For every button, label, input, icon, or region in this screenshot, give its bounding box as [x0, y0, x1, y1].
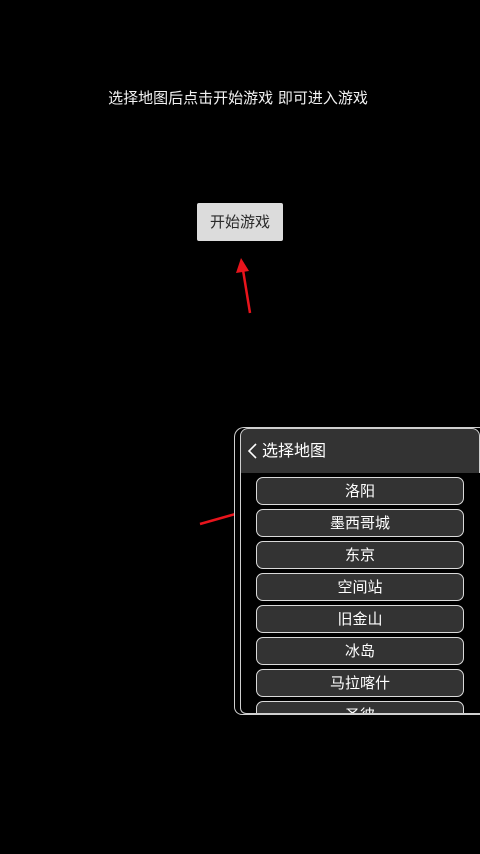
map-item-marrakech[interactable]: 马拉喀什 [256, 669, 464, 697]
map-item-iceland[interactable]: 冰岛 [256, 637, 464, 665]
map-item-luoyang[interactable]: 洛阳 [256, 477, 464, 505]
map-list: 洛阳 墨西哥城 东京 空间站 旧金山 冰岛 马拉喀什 圣彼 [256, 477, 464, 713]
map-item-tokyo[interactable]: 东京 [256, 541, 464, 569]
start-game-button[interactable]: 开始游戏 [197, 203, 283, 241]
arrow-to-start-button [236, 258, 252, 314]
back-chevron-icon[interactable] [246, 442, 260, 460]
map-item-saint-partial[interactable]: 圣彼 [256, 701, 464, 713]
map-list-container[interactable]: 洛阳 墨西哥城 东京 空间站 旧金山 冰岛 马拉喀什 圣彼 [240, 473, 480, 714]
map-item-space-station[interactable]: 空间站 [256, 573, 464, 601]
map-panel-title: 选择地图 [262, 441, 327, 460]
map-item-mexico-city[interactable]: 墨西哥城 [256, 509, 464, 537]
instruction-text: 选择地图后点击开始游戏 即可进入游戏 [108, 89, 368, 107]
map-item-san-francisco[interactable]: 旧金山 [256, 605, 464, 633]
